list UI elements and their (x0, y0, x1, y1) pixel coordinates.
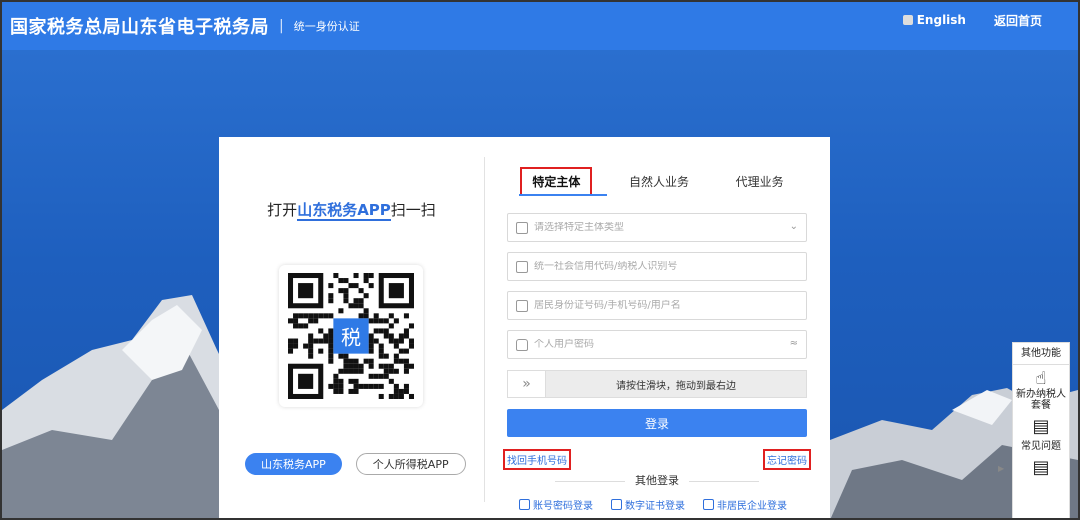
shandong-tax-app-button[interactable]: 山东税务APP (245, 453, 342, 475)
nonresident-login-label: 非居民企业登录 (717, 501, 787, 512)
scan-prefix: 打开 (267, 201, 298, 219)
subject-type-select[interactable]: ⌄ (507, 213, 807, 242)
faq-icon: ▤ (1032, 416, 1050, 437)
side-item-message[interactable]: ▤ (1013, 452, 1069, 478)
password-input[interactable] (534, 339, 774, 350)
side-item-faq-label: 常见问题 (1021, 441, 1061, 452)
id-card-icon (516, 221, 528, 234)
header-actions: English 返回首页 (902, 2, 1042, 38)
site-subtitle: 统一身份认证 (293, 20, 360, 33)
building-icon (703, 499, 714, 510)
site-title: 国家税务总局山东省电子税务局 (10, 17, 269, 38)
recovery-links: 找回手机号码 忘记密码 (503, 449, 811, 470)
double-chevron-right-icon: » (522, 376, 531, 392)
account-password-login[interactable]: 账号密码登录 (519, 497, 593, 512)
password-field[interactable]: ≈ (507, 330, 807, 359)
qr-login-panel: 打开山东税务APP扫一扫 税 山东税务APP 个人所得税APP (219, 137, 484, 518)
id-input[interactable] (534, 300, 774, 311)
english-link-label: English (916, 13, 966, 27)
side-item-new-taxpayer-label: 新办纳税人套餐 (1016, 389, 1066, 411)
scan-instruction: 打开山东税务APP扫一扫 (219, 199, 484, 221)
tab-specific-entity[interactable]: 特定主体 (520, 166, 593, 196)
scan-suffix: 扫一扫 (390, 201, 436, 219)
phone-icon (516, 299, 528, 312)
credit-code-field[interactable] (507, 252, 807, 281)
recover-phone-link[interactable]: 找回手机号码 (503, 449, 571, 470)
slider-hint: 请按住滑块，拖动到最右边 (616, 380, 736, 392)
personal-tax-app-button[interactable]: 个人所得税APP (355, 453, 466, 475)
other-login-title: 其他登录 (507, 472, 807, 488)
certificate-icon (611, 499, 622, 510)
tab-agent[interactable]: 代理业务 (726, 169, 794, 194)
english-link[interactable]: English (902, 13, 966, 27)
side-item-faq[interactable]: ▤ 常见问题 (1013, 411, 1069, 453)
login-tabs: 特定主体 自然人业务 代理业务 (507, 165, 807, 197)
active-tab-indicator (519, 194, 607, 196)
account-password-login-label: 账号密码登录 (533, 501, 593, 512)
form-panel: 特定主体 自然人业务 代理业务 ⌄ ≈ (503, 137, 811, 518)
side-item-new-taxpayer[interactable]: ☝ 新办纳税人套餐 (1013, 365, 1069, 412)
tab-natural-person[interactable]: 自然人业务 (619, 169, 699, 194)
qr-badge-label: 税 (341, 326, 361, 350)
language-icon (902, 15, 913, 25)
qr-code-graphic: 税 (288, 273, 414, 399)
top-header: 国家税务总局山东省电子税务局 | 统一身份认证 English 返回首页 (2, 2, 1078, 50)
page-frame: 国家税务总局山东省电子税务局 | 统一身份认证 English 返回首页 打开山… (0, 0, 1080, 520)
home-link[interactable]: 返回首页 (994, 12, 1042, 29)
subject-type-input[interactable] (534, 222, 774, 233)
lock-icon (516, 338, 528, 351)
qr-code: 税 (279, 265, 423, 407)
side-panel-title: 其他功能 (1013, 343, 1069, 365)
login-card: 打开山东税务APP扫一扫 税 山东税务APP 个人所得税APP 特定主体 自然人… (219, 137, 830, 518)
credit-code-input[interactable] (534, 261, 774, 272)
id-field[interactable] (507, 291, 807, 320)
collapse-arrow-icon[interactable]: ▶ (998, 464, 1004, 473)
eye-closed-icon[interactable]: ≈ (790, 338, 798, 349)
login-button[interactable]: 登录 (507, 409, 807, 437)
app-buttons: 山东税务APP 个人所得税APP (245, 453, 466, 475)
digital-cert-login-label: 数字证书登录 (625, 501, 685, 512)
forgot-password-link[interactable]: 忘记密码 (763, 449, 811, 470)
hand-pointer-icon: ☝ (1035, 368, 1047, 389)
card-icon (516, 260, 528, 273)
scan-app-name: 山东税务APP (297, 201, 391, 221)
side-functions-panel: 其他功能 ☝ 新办纳税人套餐 ▤ 常见问题 ▤ (1012, 342, 1070, 518)
slider-captcha[interactable]: » 请按住滑块，拖动到最右边 (507, 370, 807, 398)
slider-handle[interactable]: » (508, 371, 546, 397)
nonresident-login[interactable]: 非居民企业登录 (703, 497, 787, 512)
user-lock-icon (519, 499, 530, 510)
digital-cert-login[interactable]: 数字证书登录 (611, 497, 685, 512)
card-divider (484, 157, 485, 502)
other-login-methods: 账号密码登录 数字证书登录 非居民企业登录 (519, 497, 819, 512)
message-icon: ▤ (1032, 457, 1050, 478)
chevron-down-icon: ⌄ (789, 221, 798, 232)
title-separator: | (279, 18, 284, 34)
